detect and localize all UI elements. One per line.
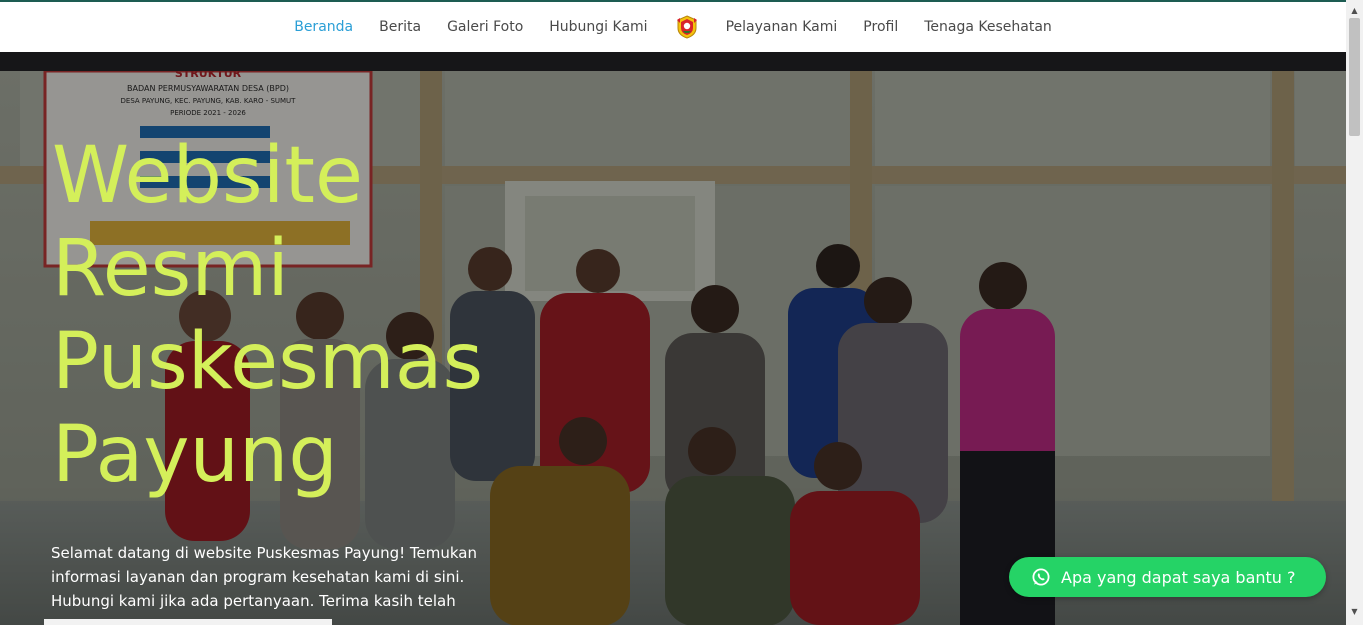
nav-item-hubungi-kami[interactable]: Hubungi Kami <box>536 19 660 35</box>
scrollbar-thumb[interactable] <box>1349 18 1360 136</box>
hero-title-line-4: Payung <box>52 410 338 500</box>
hero-title-line-1: Website <box>52 131 363 221</box>
whatsapp-button-label: Apa yang dapat saya bantu ? <box>1061 567 1296 587</box>
bottom-content-edge <box>44 619 332 625</box>
hero-description: Selamat datang di website Puskesmas Payu… <box>51 544 478 610</box>
seal-logo-icon[interactable] <box>674 14 700 40</box>
nav-item-galeri-foto[interactable]: Galeri Foto <box>434 19 536 35</box>
whatsapp-chat-button[interactable]: Apa yang dapat saya bantu ? <box>1009 557 1326 597</box>
hero-title: Website Resmi Puskesmas Payung <box>52 130 612 502</box>
hero-section: STRUKTUR BADAN PERMUSYAWARATAN DESA (BPD… <box>0 52 1346 625</box>
main-navbar: Beranda Berita Galeri Foto Hubungi Kami … <box>0 2 1346 52</box>
whatsapp-icon <box>1032 568 1050 586</box>
nav-item-beranda[interactable]: Beranda <box>281 19 366 35</box>
nav-item-berita[interactable]: Berita <box>366 19 434 35</box>
nav-item-pelayanan-kami[interactable]: Pelayanan Kami <box>713 19 851 35</box>
scroll-up-arrow-icon[interactable]: ▲ <box>1346 4 1363 16</box>
hero-top-band <box>0 52 1346 71</box>
hero-title-line-3: Puskesmas <box>52 317 484 407</box>
hero-title-line-2: Resmi <box>52 224 289 314</box>
nav-item-tenaga-kesehatan[interactable]: Tenaga Kesehatan <box>911 19 1065 35</box>
scroll-down-arrow-icon[interactable]: ▼ <box>1346 604 1363 618</box>
nav-item-profil[interactable]: Profil <box>850 19 911 35</box>
vertical-scrollbar[interactable]: ▲ ▼ <box>1346 0 1363 625</box>
